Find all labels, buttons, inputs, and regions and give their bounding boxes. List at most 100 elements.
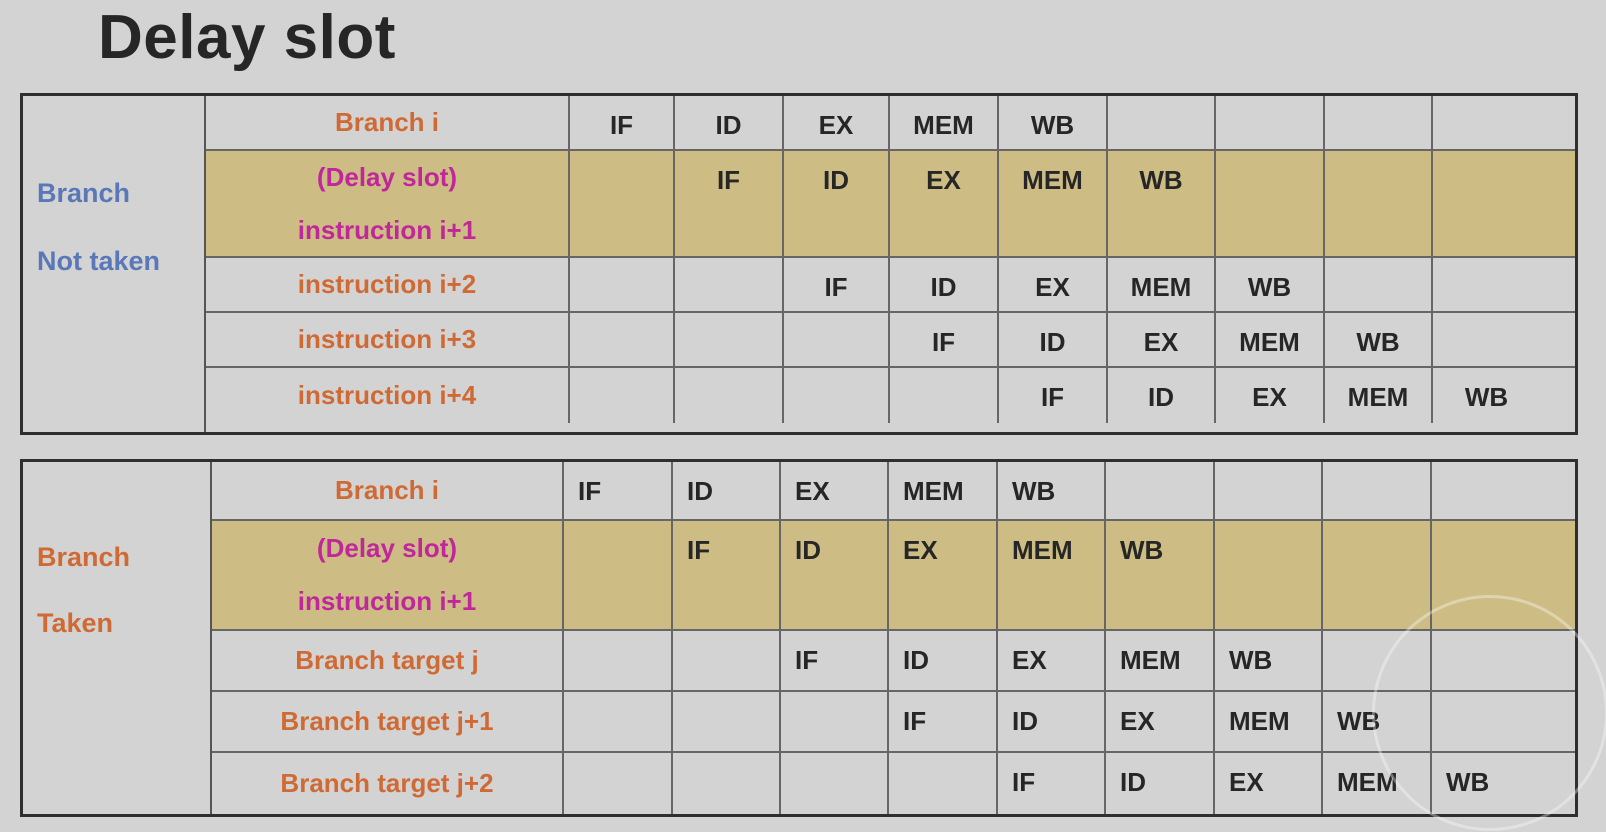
stage-cell: EX bbox=[999, 258, 1108, 311]
table-row: Branch i IF ID EX MEM WB bbox=[212, 462, 1575, 521]
stage-cell: MEM bbox=[1323, 753, 1432, 814]
stage-cell bbox=[1325, 258, 1433, 311]
side-label-line-2: Taken bbox=[37, 608, 114, 638]
pipeline-table-not-taken: Branch Not taken Branch i IF ID EX MEM WB (Del… bbox=[20, 93, 1578, 435]
instruction-label-cell: Branch target j+1 bbox=[212, 692, 564, 751]
stage-cell: MEM bbox=[1106, 631, 1215, 690]
stage-cell: IF bbox=[784, 258, 890, 311]
side-label-line-2: Not taken bbox=[37, 246, 161, 276]
stage-cell: ID bbox=[1106, 753, 1215, 814]
stage-cell: IF bbox=[999, 368, 1108, 423]
instruction-label: instruction i+1 bbox=[297, 214, 477, 245]
stage-cell: IF bbox=[564, 462, 673, 519]
instruction-label: Branch target j+2 bbox=[280, 768, 494, 798]
stage-cell: MEM bbox=[1108, 258, 1216, 311]
table-row: Branch target j+1 IF ID EX MEM WB bbox=[212, 692, 1575, 753]
side-label-line-1: Branch bbox=[37, 178, 131, 208]
stage-cell bbox=[1433, 151, 1540, 256]
stage-cell: MEM bbox=[1325, 368, 1433, 423]
stage-cell: ID bbox=[1108, 368, 1216, 423]
stage-cell bbox=[673, 692, 781, 751]
stage-cell: IF bbox=[675, 151, 784, 256]
stage-cell: WB bbox=[1216, 258, 1325, 311]
stage-cell: EX bbox=[1215, 753, 1323, 814]
stage-cell bbox=[781, 692, 889, 751]
stage-cell bbox=[673, 631, 781, 690]
instruction-label-cell: instruction i+4 bbox=[206, 368, 570, 423]
stage-cell bbox=[1432, 462, 1540, 519]
stage-cell bbox=[1323, 462, 1432, 519]
stage-cell: ID bbox=[998, 692, 1106, 751]
instruction-label: instruction i+2 bbox=[297, 269, 477, 299]
stage-cell: ID bbox=[675, 96, 784, 149]
instruction-label: instruction i+3 bbox=[297, 324, 477, 354]
stage-cell: ID bbox=[890, 258, 999, 311]
stage-cell bbox=[673, 753, 781, 814]
instruction-label-cell: Branch target j bbox=[212, 631, 564, 690]
stage-cell bbox=[781, 753, 889, 814]
stage-cell bbox=[1216, 151, 1325, 256]
instruction-label: instruction i+1 bbox=[297, 586, 477, 616]
slide-title: Delay slot bbox=[98, 3, 396, 72]
stage-cell bbox=[1108, 96, 1216, 149]
stage-cell: MEM bbox=[1216, 313, 1325, 366]
instruction-label: (Delay slot) bbox=[316, 161, 458, 192]
stage-cell bbox=[564, 692, 673, 751]
instruction-label: Branch target j+1 bbox=[280, 706, 494, 736]
stage-cell bbox=[784, 313, 890, 366]
stage-cell bbox=[1325, 96, 1433, 149]
stage-cell: WB bbox=[998, 462, 1106, 519]
stage-cell bbox=[1323, 631, 1432, 690]
stage-cell bbox=[1106, 462, 1215, 519]
stage-cell bbox=[1433, 96, 1540, 149]
stage-cell: WB bbox=[999, 96, 1108, 149]
instruction-label: instruction i+4 bbox=[297, 380, 477, 410]
table-row: instruction i+2 IF ID EX MEM WB bbox=[206, 258, 1575, 313]
table-row: instruction i+3 IF ID EX MEM WB bbox=[206, 313, 1575, 368]
stage-cell: EX bbox=[1106, 692, 1215, 751]
stage-cell: WB bbox=[1464, 382, 1509, 412]
stage-cell: IF bbox=[890, 313, 999, 366]
stage-cell bbox=[1432, 521, 1540, 629]
stage-cell: ID bbox=[781, 521, 889, 629]
table-row: Branch target j IF ID EX MEM WB bbox=[212, 631, 1575, 692]
stage-cell bbox=[890, 368, 999, 423]
stage-cell bbox=[1215, 462, 1323, 519]
stage-cell bbox=[675, 313, 784, 366]
stage-cell bbox=[1432, 631, 1540, 690]
stage-cell bbox=[570, 313, 675, 366]
stage-cell: ID bbox=[889, 631, 998, 690]
stage-cell bbox=[675, 258, 784, 311]
instruction-label: Branch i bbox=[334, 107, 440, 137]
stage-cell bbox=[570, 368, 675, 423]
stage-cell: IF bbox=[889, 692, 998, 751]
stage-cell: MEM bbox=[1215, 692, 1323, 751]
stage-cell: EX bbox=[890, 151, 999, 256]
stage-cell: EX bbox=[1216, 368, 1325, 423]
stage-cell: WB bbox=[1106, 521, 1215, 629]
instruction-label-cell: instruction i+3 bbox=[206, 313, 570, 366]
stage-cell: MEM bbox=[998, 521, 1106, 629]
stage-cell bbox=[564, 753, 673, 814]
side-label-cell: Branch Taken bbox=[23, 462, 212, 814]
instruction-label-cell: Branch i bbox=[206, 96, 570, 149]
stage-cell bbox=[1325, 151, 1433, 256]
stage-cell: MEM bbox=[999, 151, 1108, 256]
stage-cell bbox=[1215, 521, 1323, 629]
stage-cell bbox=[1432, 692, 1540, 751]
stage-cell: IF bbox=[570, 96, 675, 149]
table-row: Branch target j+2 IF ID EX MEM WB bbox=[212, 753, 1575, 814]
instruction-label: (Delay slot) bbox=[316, 533, 458, 563]
stage-cell: MEM bbox=[890, 96, 999, 149]
stage-cell: EX bbox=[889, 521, 998, 629]
instruction-label-cell: Branch target j+2 bbox=[212, 753, 564, 814]
stage-cell bbox=[564, 521, 673, 629]
stage-cell bbox=[1323, 521, 1432, 629]
stage-cell: WB bbox=[1108, 151, 1216, 256]
stage-cell: WB bbox=[1323, 692, 1432, 751]
instruction-label-cell: (Delay slot) instruction i+1 bbox=[212, 521, 564, 629]
stage-cell: WB bbox=[1325, 313, 1433, 366]
stage-cell: WB bbox=[1215, 631, 1323, 690]
side-label-cell: Branch Not taken bbox=[23, 96, 206, 432]
table-row: (Delay slot) instruction i+1 IF ID EX MEM WB bbox=[206, 151, 1575, 258]
